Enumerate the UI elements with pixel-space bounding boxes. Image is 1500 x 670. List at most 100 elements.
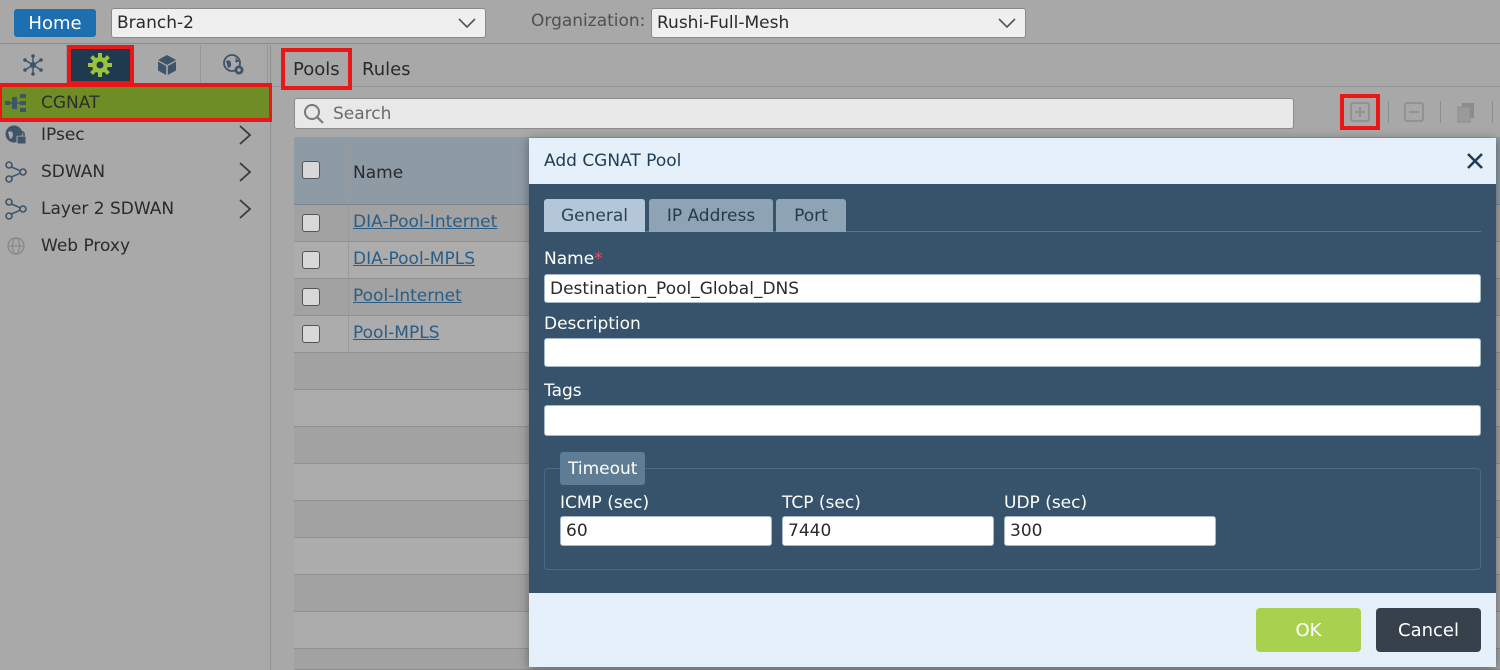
globe-icon	[4, 234, 28, 258]
remove-icon	[1404, 102, 1424, 122]
organization-select[interactable]: Rushi-Full-Mesh	[651, 8, 1026, 38]
timeout-legend: Timeout	[560, 452, 646, 485]
main-tabs: Pools Rules	[272, 45, 1500, 90]
icmp-timeout-input[interactable]: 60	[560, 516, 772, 546]
chevron-down-icon	[998, 18, 1016, 29]
pool-name-link[interactable]: Pool-Internet	[353, 286, 462, 306]
tab-general[interactable]: General	[544, 199, 645, 232]
sidebar-item-label: IPsec	[41, 125, 85, 145]
organization-select-value: Rushi-Full-Mesh	[657, 13, 790, 33]
icmp-timeout-value: 60	[566, 521, 588, 541]
udp-timeout-input[interactable]: 300	[1004, 516, 1216, 546]
name-label-text: Name	[544, 249, 595, 269]
toolbar-divider	[1492, 101, 1493, 123]
tab-pools[interactable]: Pools	[281, 48, 352, 90]
tcp-timeout-value: 7440	[788, 521, 832, 541]
cancel-button[interactable]: Cancel	[1376, 608, 1481, 652]
chevron-right-icon	[239, 199, 252, 219]
pool-name-link[interactable]: Pool-MPLS	[353, 323, 440, 343]
search-input[interactable]: Search	[294, 98, 1294, 129]
description-field[interactable]	[544, 338, 1481, 367]
name-column-header[interactable]: Name	[353, 163, 403, 183]
ok-button[interactable]: OK	[1256, 608, 1361, 652]
copy-icon	[1457, 103, 1474, 123]
dialog-footer: OK Cancel	[529, 593, 1496, 667]
sidebar-item-cgnat[interactable]: CGNAT	[0, 83, 273, 122]
dialog-title: Add CGNAT Pool	[544, 151, 682, 171]
tab-rules-label: Rules	[362, 58, 411, 80]
column-divider	[348, 205, 349, 241]
remove-button[interactable]	[1394, 94, 1434, 130]
toolbar-divider	[1388, 101, 1389, 123]
tab-port[interactable]: Port	[776, 199, 846, 232]
cgnat-icon	[4, 91, 28, 115]
tab-ip-address[interactable]: IP Address	[649, 199, 773, 232]
tab-rules[interactable]: Rules	[362, 50, 411, 88]
row-checkbox[interactable]	[302, 251, 320, 269]
sidebar-icon-tabs	[0, 45, 271, 85]
sidebar: CGNAT IPsec SDWAN Layer 2 SDWAN Web Prox…	[0, 45, 273, 670]
add-icon	[1350, 102, 1370, 122]
sdwan-icon	[4, 197, 28, 221]
column-divider	[348, 242, 349, 278]
select-all-checkbox[interactable]	[302, 161, 320, 179]
tab-objects[interactable]	[134, 45, 201, 85]
name-label: Name*	[544, 249, 603, 269]
add-cgnat-pool-dialog: Add CGNAT Pool General IP Address Port N…	[529, 138, 1496, 667]
sidebar-item-sdwan[interactable]: SDWAN	[0, 155, 271, 189]
close-icon[interactable]	[1464, 150, 1486, 172]
tab-configuration[interactable]	[67, 45, 134, 85]
network-icon	[23, 54, 43, 76]
chevron-down-icon	[458, 18, 476, 29]
sidebar-item-label: Layer 2 SDWAN	[41, 199, 175, 219]
tab-services[interactable]	[201, 45, 268, 85]
tab-pools-label: Pools	[293, 58, 340, 80]
cube-icon	[158, 55, 176, 75]
search-placeholder: Search	[333, 103, 392, 124]
column-divider	[348, 137, 349, 204]
tab-monitor[interactable]	[0, 45, 67, 85]
dialog-tabs: General IP Address Port	[544, 199, 1481, 232]
search-icon	[304, 103, 324, 124]
pool-name-link[interactable]: DIA-Pool-Internet	[353, 212, 497, 232]
appliance-select-value: Branch-2	[117, 13, 194, 33]
globe-gear-icon	[223, 54, 244, 75]
gear-icon	[88, 53, 112, 77]
sidebar-item-ipsec[interactable]: IPsec	[0, 118, 271, 152]
tab-ip-address-label: IP Address	[666, 205, 756, 226]
row-checkbox[interactable]	[302, 288, 320, 306]
udp-label: UDP (sec)	[1004, 493, 1088, 513]
udp-timeout-value: 300	[1010, 521, 1043, 541]
row-checkbox[interactable]	[302, 214, 320, 232]
tags-field[interactable]	[544, 405, 1481, 436]
name-field[interactable]: Destination_Pool_Global_DNS	[544, 274, 1481, 303]
home-button[interactable]: Home	[14, 9, 96, 37]
dialog-header: Add CGNAT Pool	[529, 138, 1496, 184]
description-label: Description	[544, 314, 641, 334]
icmp-label: ICMP (sec)	[560, 493, 650, 513]
sidebar-item-layer2-sdwan[interactable]: Layer 2 SDWAN	[0, 192, 271, 226]
clone-button[interactable]	[1446, 94, 1486, 130]
top-bar: Home Branch-2 Organization: Rushi-Full-M…	[0, 0, 1500, 44]
tags-label: Tags	[544, 381, 582, 401]
name-field-value: Destination_Pool_Global_DNS	[550, 278, 800, 299]
tcp-timeout-input[interactable]: 7440	[782, 516, 994, 546]
sidebar-item-label: CGNAT	[41, 92, 100, 113]
tcp-label: TCP (sec)	[782, 493, 861, 513]
sidebar-item-web-proxy[interactable]: Web Proxy	[0, 229, 271, 263]
sidebar-item-label: SDWAN	[41, 162, 106, 182]
add-button[interactable]	[1340, 94, 1380, 130]
row-checkbox[interactable]	[302, 325, 320, 343]
tab-port-label: Port	[794, 205, 828, 226]
chevron-right-icon	[239, 125, 252, 145]
organization-label: Organization:	[531, 11, 646, 31]
pool-name-link[interactable]: DIA-Pool-MPLS	[353, 249, 475, 269]
sidebar-item-label: Web Proxy	[41, 236, 131, 256]
tab-general-label: General	[561, 205, 628, 226]
ipsec-icon	[4, 123, 28, 147]
toolbar-divider	[1440, 101, 1441, 123]
sdwan-icon	[4, 160, 28, 184]
appliance-select[interactable]: Branch-2	[111, 8, 486, 38]
chevron-right-icon	[239, 162, 252, 182]
required-asterisk: *	[594, 249, 603, 269]
